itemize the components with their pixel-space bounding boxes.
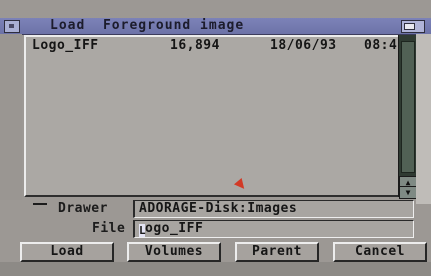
file-field-value: ogo_IFF: [145, 221, 204, 236]
volumes-button[interactable]: Volumes: [127, 242, 221, 262]
drawer-field[interactable]: ADORAGE-Disk:Images: [133, 200, 414, 218]
list-item[interactable]: Logo_IFF 16,894 18/06/93 08:4: [30, 39, 402, 53]
depth-gadget-icon[interactable]: [401, 20, 425, 33]
scroll-down-arrow-icon[interactable]: ▼: [399, 186, 417, 199]
window-title: Load Foreground image: [50, 18, 245, 33]
divider-mark: [33, 203, 47, 205]
load-button[interactable]: Load: [20, 242, 114, 262]
window-left-edge: [0, 34, 22, 200]
vertical-scrollbar[interactable]: ▲ ▼: [398, 35, 417, 199]
title-bar[interactable]: Load Foreground image: [0, 18, 431, 35]
window-right-edge: [416, 34, 431, 204]
file-time: 08:4: [364, 38, 398, 53]
file-size: 16,894: [170, 38, 220, 53]
window-bottom-edge: [0, 262, 431, 276]
file-label: File: [92, 221, 126, 236]
close-icon[interactable]: [4, 20, 20, 33]
file-date: 18/06/93: [270, 38, 337, 53]
file-list[interactable]: Logo_IFF 16,894 18/06/93 08:4: [24, 35, 400, 197]
cancel-button[interactable]: Cancel: [333, 242, 427, 262]
file-field[interactable]: Logo_IFF: [133, 220, 414, 238]
mouse-pointer-icon: [233, 177, 249, 193]
file-name: Logo_IFF: [32, 38, 99, 53]
file-requester-window: Load Foreground image Logo_IFF 16,894 18…: [0, 0, 431, 276]
scroll-knob[interactable]: [401, 41, 415, 173]
drawer-label: Drawer: [58, 201, 108, 216]
parent-button[interactable]: Parent: [235, 242, 319, 262]
